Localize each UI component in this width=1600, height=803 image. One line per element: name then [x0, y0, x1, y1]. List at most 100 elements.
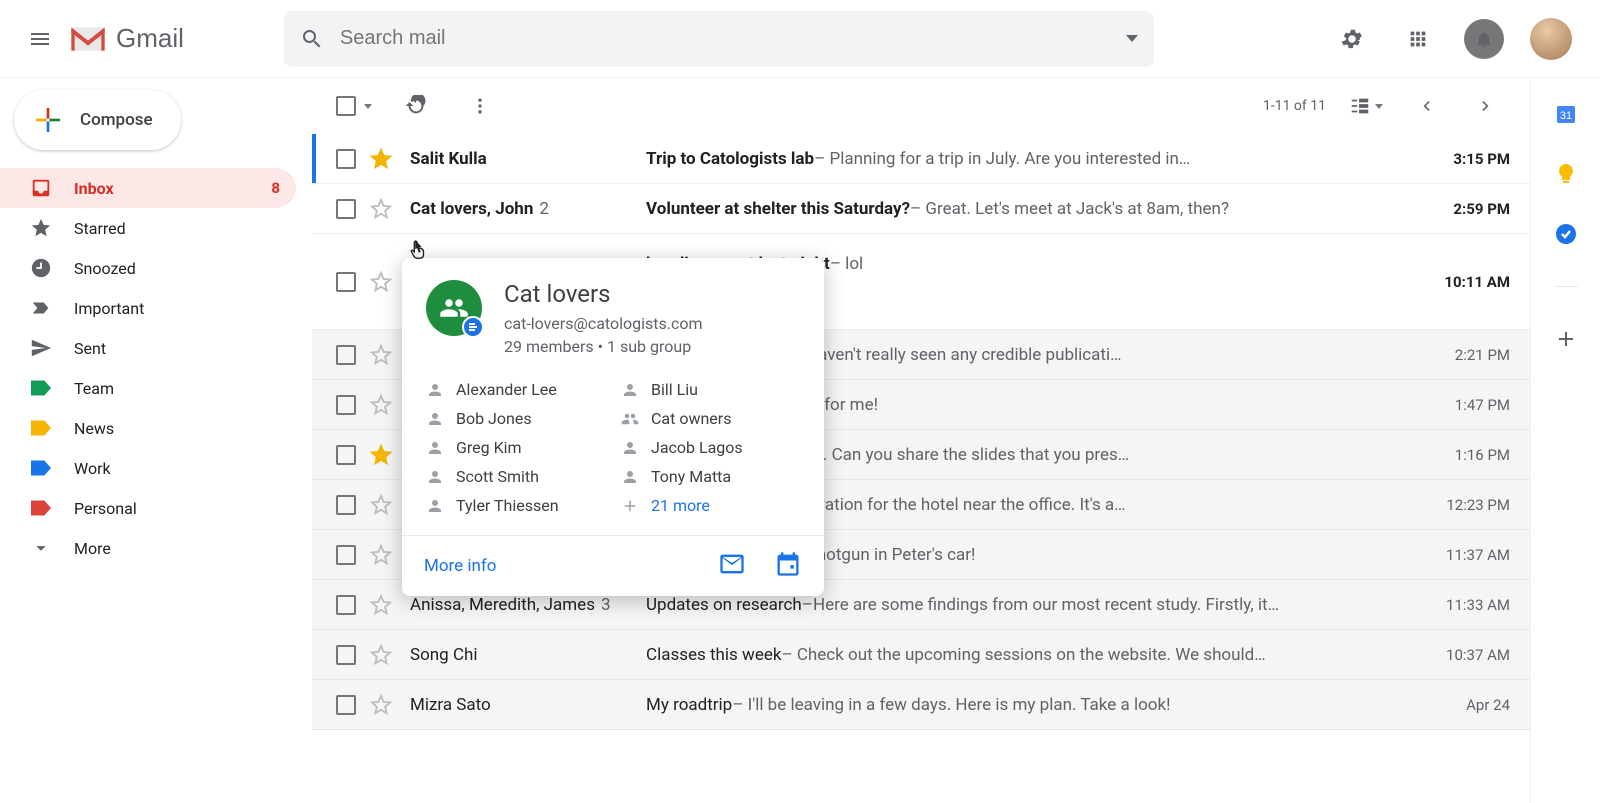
row-checkbox[interactable]: [336, 395, 356, 415]
thread-row[interactable]: Mizra Sato My roadtrip – I'll be leaving…: [312, 680, 1530, 730]
group-name: Cat lovers: [504, 280, 702, 308]
refresh-button[interactable]: [396, 86, 436, 126]
sidebar-item-personal[interactable]: Personal: [0, 488, 296, 528]
tasks-addon-icon[interactable]: [1554, 222, 1578, 246]
row-checkbox[interactable]: [336, 695, 356, 715]
sidebar-item-news[interactable]: News: [0, 408, 296, 448]
group-email: cat-lovers@catologists.com: [504, 314, 702, 333]
page-prev-button[interactable]: [1406, 86, 1446, 126]
sidebar: Compose Inbox8StarredSnoozedImportantSen…: [0, 78, 312, 803]
thread-row[interactable]: Song Chi Classes this week – Check out t…: [312, 630, 1530, 680]
row-checkbox[interactable]: [336, 199, 356, 219]
more-info-link[interactable]: More info: [424, 556, 497, 576]
gmail-logo[interactable]: Gmail: [68, 23, 184, 55]
account-avatar[interactable]: [1530, 18, 1572, 60]
label-icon: [30, 417, 52, 439]
label-icon: [30, 497, 52, 519]
star-icon[interactable]: [370, 394, 392, 416]
label-icon: [30, 377, 52, 399]
member-item[interactable]: Tony Matta: [621, 467, 800, 486]
row-checkbox[interactable]: [336, 595, 356, 615]
date: 2:59 PM: [1437, 200, 1510, 218]
main-content: 1-11 of 11 Salit Kulla Trip to Catologis…: [312, 78, 1530, 803]
row-checkbox[interactable]: [336, 545, 356, 565]
row-checkbox[interactable]: [336, 495, 356, 515]
display-density-button[interactable]: [1346, 86, 1386, 126]
clock-icon: [30, 257, 52, 279]
member-item[interactable]: Bob Jones: [426, 409, 605, 428]
star-icon[interactable]: [370, 444, 392, 466]
sender: Salit Kulla: [410, 149, 646, 169]
date: 1:47 PM: [1439, 396, 1510, 414]
row-checkbox[interactable]: [336, 445, 356, 465]
thread-row[interactable]: Salit Kulla Trip to Catologists lab – Pl…: [312, 134, 1530, 184]
star-icon[interactable]: [370, 198, 392, 220]
date: 1:16 PM: [1439, 446, 1510, 464]
member-item[interactable]: Bill Liu: [621, 380, 800, 399]
sidebar-item-work[interactable]: Work: [0, 448, 296, 488]
settings-button[interactable]: [1332, 19, 1372, 59]
sidebar-item-important[interactable]: Important: [0, 288, 296, 328]
page-next-button[interactable]: [1466, 86, 1506, 126]
sidebar-item-starred[interactable]: Starred: [0, 208, 296, 248]
expand-icon: [30, 537, 52, 559]
calendar-addon-icon[interactable]: 31: [1554, 102, 1578, 126]
member-item[interactable]: Jacob Lagos: [621, 438, 800, 457]
pagination-range: 1-11 of 11: [1263, 98, 1326, 114]
date: 2:21 PM: [1439, 346, 1510, 364]
svg-text:31: 31: [1559, 110, 1571, 122]
sidebar-item-sent[interactable]: Sent: [0, 328, 296, 368]
member-item[interactable]: Scott Smith: [426, 467, 605, 486]
compose-to-group-button[interactable]: [718, 550, 746, 582]
apps-grid-button[interactable]: [1398, 19, 1438, 59]
product-name: Gmail: [116, 23, 184, 54]
star-icon[interactable]: [370, 271, 392, 293]
date: 11:33 AM: [1430, 596, 1510, 614]
row-checkbox[interactable]: [336, 149, 356, 169]
row-checkbox[interactable]: [336, 272, 356, 292]
star-icon[interactable]: [370, 148, 392, 170]
search-options-button[interactable]: [1126, 35, 1138, 42]
app-header: Gmail: [0, 0, 1600, 78]
important-icon: [30, 297, 52, 319]
more-members-link[interactable]: 21 more: [621, 496, 800, 515]
select-all-checkbox[interactable]: [336, 96, 372, 116]
get-addons-button[interactable]: [1554, 327, 1578, 351]
member-item[interactable]: Greg Kim: [426, 438, 605, 457]
row-checkbox[interactable]: [336, 645, 356, 665]
star-icon[interactable]: [370, 694, 392, 716]
sidebar-item-more[interactable]: More: [0, 528, 296, 568]
date: 12:23 PM: [1430, 496, 1510, 514]
member-item[interactable]: Cat owners: [621, 409, 800, 428]
date: 3:15 PM: [1437, 150, 1510, 168]
compose-button[interactable]: Compose: [14, 90, 181, 150]
schedule-event-button[interactable]: [774, 550, 802, 582]
mail-toolbar: 1-11 of 11: [312, 78, 1530, 134]
star-icon[interactable]: [370, 344, 392, 366]
member-item[interactable]: Tyler Thiessen: [426, 496, 605, 515]
star-icon[interactable]: [370, 644, 392, 666]
search-bar[interactable]: [284, 11, 1154, 67]
more-actions-button[interactable]: [460, 86, 500, 126]
keep-addon-icon[interactable]: [1554, 162, 1578, 186]
sidebar-item-team[interactable]: Team: [0, 368, 296, 408]
sidebar-item-snoozed[interactable]: Snoozed: [0, 248, 296, 288]
sent-icon: [30, 337, 52, 359]
star-icon: [30, 217, 52, 239]
search-input[interactable]: [340, 27, 1126, 50]
member-item[interactable]: Alexander Lee: [426, 380, 605, 399]
notifications-button[interactable]: [1464, 19, 1504, 59]
star-icon[interactable]: [370, 544, 392, 566]
group-meta: 29 members • 1 sub group: [504, 337, 702, 356]
star-icon[interactable]: [370, 494, 392, 516]
row-checkbox[interactable]: [336, 345, 356, 365]
star-icon[interactable]: [370, 594, 392, 616]
sender: Anissa, Meredith, James3: [410, 595, 646, 615]
sender: Cat lovers, John2: [410, 199, 646, 219]
thread-row[interactable]: Cat lovers, John2 Volunteer at shelter t…: [312, 184, 1530, 234]
date: 11:37 AM: [1430, 546, 1510, 564]
inbox-icon: [30, 177, 52, 199]
hamburger-menu-button[interactable]: [16, 15, 64, 63]
sidebar-item-inbox[interactable]: Inbox8: [0, 168, 296, 208]
search-icon: [300, 27, 324, 51]
